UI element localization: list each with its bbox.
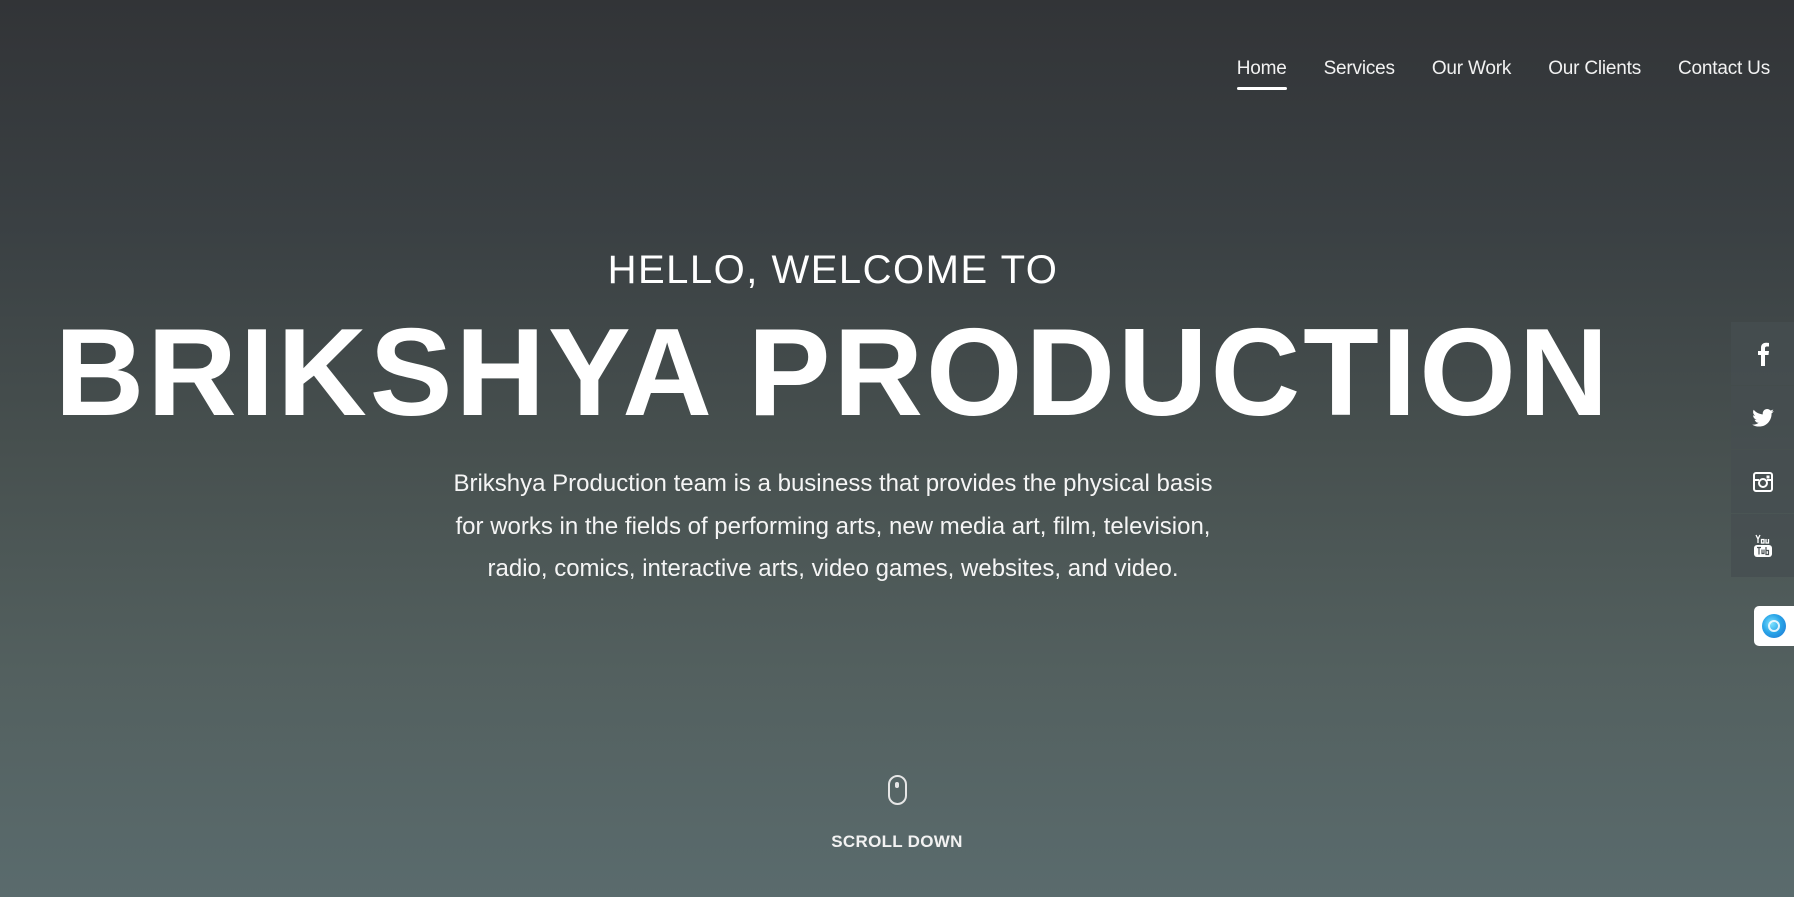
twitter-button[interactable] [1731, 386, 1794, 449]
twitter-icon [1751, 408, 1774, 427]
youtube-button[interactable] [1731, 514, 1794, 577]
facebook-button[interactable] [1731, 322, 1794, 385]
social-sidebar [1731, 322, 1794, 578]
nav-item-services[interactable]: Services [1324, 58, 1395, 88]
instagram-icon [1752, 471, 1773, 492]
instagram-button[interactable] [1731, 450, 1794, 513]
mouse-wheel [895, 782, 899, 788]
hero-title: BRIKSHYA PRODUCTION [54, 304, 1612, 442]
nav-item-our-clients[interactable]: Our Clients [1548, 58, 1641, 88]
chat-orb-icon [1762, 614, 1786, 638]
chat-widget-button[interactable] [1754, 606, 1794, 646]
hero-description: Brikshya Production team is a business t… [453, 470, 1213, 582]
scroll-down[interactable]: SCROLL DOWN [0, 775, 1794, 852]
main-nav: Home Services Our Work Our Clients Conta… [1236, 58, 1770, 90]
youtube-icon [1753, 534, 1773, 558]
nav-item-home[interactable]: Home [1236, 58, 1287, 90]
mouse-icon [887, 775, 907, 805]
nav-item-our-work[interactable]: Our Work [1432, 58, 1512, 88]
hero-subtitle: HELLO, WELCOME TO [607, 248, 1059, 292]
nav-item-contact-us[interactable]: Contact Us [1678, 58, 1770, 88]
scroll-down-label: SCROLL DOWN [831, 832, 963, 851]
facebook-icon [1756, 342, 1770, 366]
